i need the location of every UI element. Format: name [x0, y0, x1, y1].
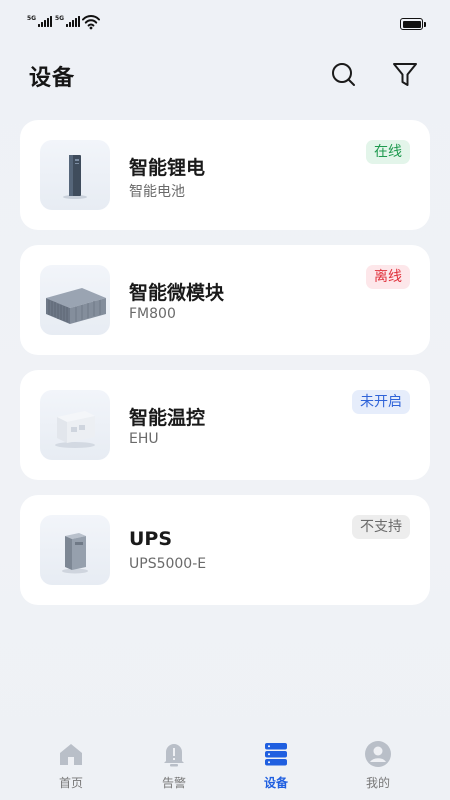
bell-icon — [160, 740, 188, 768]
tab-label: 设备 — [263, 776, 288, 790]
device-subtitle: 智能电池 — [129, 184, 185, 200]
device-image — [40, 265, 110, 335]
device-image — [40, 140, 110, 210]
device-name: 智能微模块 — [129, 282, 225, 304]
status-badge: 不支持 — [352, 515, 410, 539]
status-badge: 离线 — [366, 265, 410, 289]
device-name: 智能温控 — [129, 407, 206, 429]
device-card[interactable]: UPS UPS5000-E 不支持 — [20, 495, 430, 605]
bottom-tab-bar: 首页 告警 设备 我的 — [0, 730, 450, 800]
thermal-unit-image — [55, 411, 95, 448]
device-name: 智能锂电 — [129, 157, 206, 179]
device-subtitle: EHU — [129, 431, 159, 447]
page-title: 设备 — [29, 66, 76, 91]
device-card[interactable]: 智能微模块 FM800 离线 — [20, 245, 430, 355]
signal-sim1-icon: 5G — [27, 15, 53, 27]
home-icon — [57, 740, 85, 768]
device-image — [40, 515, 110, 585]
device-image — [40, 390, 110, 460]
status-badge: 未开启 — [352, 390, 410, 414]
ups-cabinet-image — [62, 533, 88, 574]
device-card[interactable]: 智能温控 EHU 未开启 — [20, 370, 430, 480]
network-type-label: 5G — [55, 15, 65, 22]
network-type-label: 5G — [27, 15, 37, 22]
filter-icon[interactable] — [390, 60, 420, 90]
tab-devices[interactable]: 设备 — [241, 740, 311, 791]
tab-home[interactable]: 首页 — [36, 740, 106, 791]
device-subtitle: UPS5000-E — [129, 556, 207, 572]
battery-cabinet-image — [63, 155, 87, 199]
device-name: UPS — [129, 528, 173, 550]
battery-icon — [400, 18, 426, 30]
signal-sim2-icon: 5G — [55, 15, 81, 27]
device-subtitle: FM800 — [129, 306, 176, 322]
status-bar: 5G 5G — [0, 0, 450, 48]
tab-alarms[interactable]: 告警 — [139, 740, 209, 791]
wifi-icon — [82, 15, 100, 30]
profile-icon — [364, 740, 392, 768]
status-badge: 在线 — [366, 140, 410, 164]
tab-label: 告警 — [161, 776, 186, 790]
device-card[interactable]: 智能锂电 智能电池 在线 — [20, 120, 430, 230]
tab-label: 我的 — [365, 776, 390, 790]
tab-profile[interactable]: 我的 — [343, 740, 413, 791]
tab-label: 首页 — [58, 776, 83, 790]
devices-icon — [262, 740, 290, 768]
search-icon[interactable] — [329, 60, 359, 90]
micro-module-image — [46, 288, 106, 324]
